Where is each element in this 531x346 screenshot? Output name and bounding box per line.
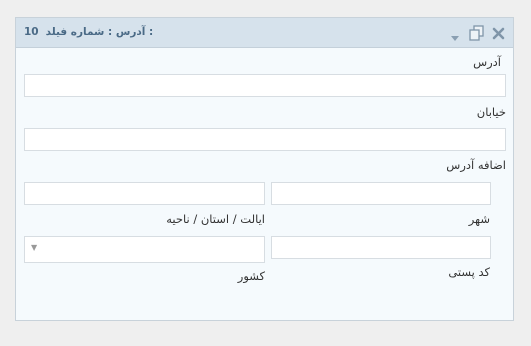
field-title: آدرس : شماره فیلد :	[45, 26, 154, 38]
state-label: ایالت / استان / ناحیه	[166, 212, 265, 226]
chevron-down-icon[interactable]	[450, 28, 460, 47]
city-input[interactable]	[271, 182, 491, 205]
postcode-label: کد پستی	[448, 265, 490, 279]
panel-title: 10 آدرس : شماره فیلد :	[24, 26, 153, 38]
city-label: شهر	[468, 212, 490, 226]
duplicate-icon[interactable]	[468, 24, 485, 45]
state-input[interactable]	[24, 182, 265, 205]
panel-header[interactable]: 10 آدرس : شماره فیلد :	[16, 18, 513, 48]
country-label: کشور	[237, 269, 265, 283]
street-input[interactable]	[24, 128, 506, 151]
street-label: خیابان	[476, 105, 506, 119]
country-select[interactable]: ▼	[24, 236, 265, 263]
close-icon[interactable]	[492, 25, 505, 44]
field-number: 10	[24, 26, 39, 38]
address2-label: اضافه آدرس	[446, 158, 506, 172]
address-field-panel: 10 آدرس : شماره فیلد : آدرس خیابان اضافه …	[15, 17, 514, 321]
chevron-down-icon: ▼	[31, 243, 38, 252]
postcode-input[interactable]	[271, 236, 491, 259]
address-label: آدرس	[473, 55, 501, 69]
address-input[interactable]	[24, 74, 506, 97]
